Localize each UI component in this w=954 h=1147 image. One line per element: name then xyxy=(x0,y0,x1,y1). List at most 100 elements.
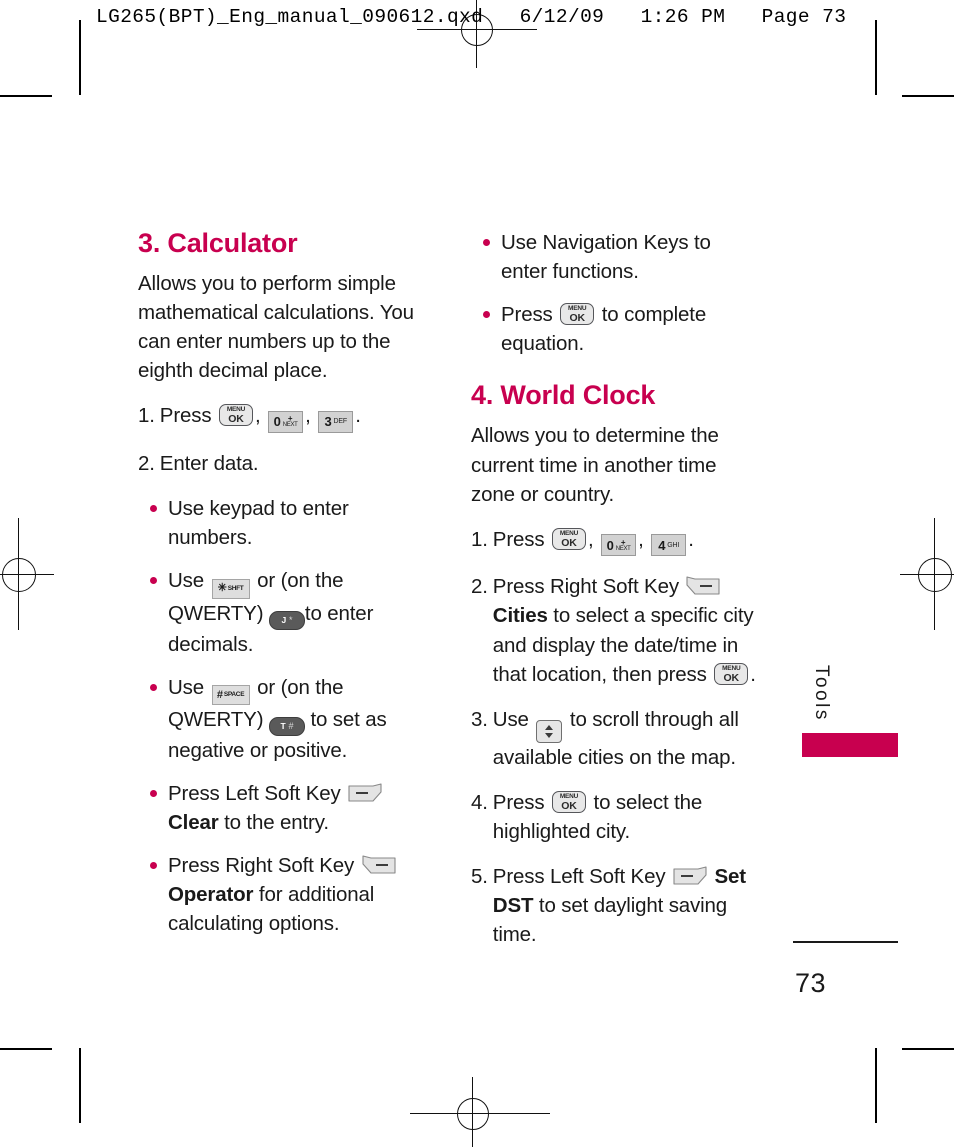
step-body: Press MENU OK , 0 + NEXT , 4 GHI . xyxy=(493,525,761,557)
step-text: Press xyxy=(159,404,212,428)
side-tab-label: Tools xyxy=(811,665,832,722)
page-number: 73 xyxy=(795,968,827,998)
step-body: Press Left Soft Key Set DST to set dayli… xyxy=(493,862,761,949)
step-body: Use to scroll through all available citi… xyxy=(493,705,761,772)
step-text-pre: Press Right Soft Key xyxy=(492,575,679,599)
right-soft-key-icon[interactable] xyxy=(686,576,721,597)
crop-mark-bottom-right xyxy=(902,1048,954,1050)
calculator-heading: 3. Calculator xyxy=(138,228,298,258)
bullet-text-pre: Use xyxy=(168,569,205,593)
up-down-nav-key[interactable] xyxy=(536,719,563,743)
bullet-bold-label: Operator xyxy=(168,883,254,907)
next-label: NEXT xyxy=(615,545,631,552)
world-clock-intro: Allows you to determine the current time… xyxy=(471,424,719,506)
menu-ok-key[interactable]: MENU OK xyxy=(219,404,253,427)
left-column: 3. Calculator Allows you to perform simp… xyxy=(138,228,416,955)
crop-mark-left-bottom xyxy=(79,1048,81,1123)
step-text: Press xyxy=(492,527,545,551)
step-comma-1: , xyxy=(255,404,261,428)
menu-ok-label-bottom: OK xyxy=(228,413,244,426)
zero-next-key[interactable]: 0 + NEXT xyxy=(601,534,637,557)
zero-next-key[interactable]: 0 + NEXT xyxy=(268,410,304,433)
world-clock-step-5: 5. Press Left Soft Key Set DST to set da… xyxy=(471,862,761,949)
def-label: DEF xyxy=(333,418,348,426)
qwerty-j-key[interactable]: J * xyxy=(268,610,305,630)
list-item: Press Left Soft Key Clear to the entry. xyxy=(150,779,416,837)
step-comma-2: , xyxy=(638,527,644,551)
bullet-bold-label: Clear xyxy=(168,811,219,835)
step-number: 4. xyxy=(471,790,488,814)
bullet-text-pre: Press xyxy=(501,303,553,327)
step-body: Press MENU OK , 0 + NEXT , 3 DEF . xyxy=(160,401,416,433)
star-shift-key[interactable]: ✳ SHFT xyxy=(211,578,250,599)
crop-mark-top-right xyxy=(902,95,954,97)
zero-next-sub: + NEXT xyxy=(282,415,298,429)
step-text-post: to scroll through all available cities o… xyxy=(492,707,739,769)
list-item: Use ✳ SHFT or (on the QWERTY) J * to ent… xyxy=(150,566,416,658)
menu-ok-key[interactable]: MENU OK xyxy=(560,303,595,326)
step-number: 5. xyxy=(471,865,488,889)
bullet-text-pre: Use xyxy=(168,675,205,699)
three-digit: 3 xyxy=(324,414,332,430)
calculator-intro: Allows you to perform simple mathematica… xyxy=(138,272,414,383)
step-body: Press MENU OK to select the highlighted … xyxy=(493,788,761,846)
qwerty-t-symbol: # xyxy=(288,720,294,731)
crop-mark-top-left xyxy=(0,95,52,97)
zero-next-digit: 0 xyxy=(606,537,614,553)
hash-space-key[interactable]: # SPACE xyxy=(211,685,250,706)
footer-divider xyxy=(793,941,898,943)
bullet-text-post: to the entry. xyxy=(224,811,329,835)
registration-mark-right xyxy=(900,518,954,630)
qwerty-t-key[interactable]: T # xyxy=(268,716,305,736)
menu-ok-label-bottom: OK xyxy=(569,312,585,325)
menu-ok-key[interactable]: MENU OK xyxy=(714,662,749,685)
step-comma-2: , xyxy=(305,404,311,428)
menu-ok-label-bottom: OK xyxy=(561,536,577,549)
four-ghi-key[interactable]: 4 GHI xyxy=(651,534,687,557)
step-number: 2. xyxy=(138,451,155,475)
left-soft-key-icon[interactable] xyxy=(673,866,707,887)
step-text-pre: Press Left Soft Key xyxy=(492,865,666,889)
left-soft-key-icon[interactable] xyxy=(348,783,382,804)
bullet-text: Use keypad to enter numbers. xyxy=(168,497,349,550)
menu-ok-label-bottom: OK xyxy=(561,799,577,812)
step-number: 1. xyxy=(138,404,155,428)
qwerty-t-label: T xyxy=(280,721,286,732)
list-item: Press MENU OK to complete equation. xyxy=(483,300,761,358)
world-clock-step-1: 1. Press MENU OK , 0 + NEXT , 4 GHI . xyxy=(471,525,761,557)
step-bold-label: Cities xyxy=(492,604,548,628)
step-body: Enter data. xyxy=(159,451,259,475)
three-def-key[interactable]: 3 DEF xyxy=(318,410,354,433)
step-number: 1. xyxy=(471,527,488,551)
arrow-down-icon xyxy=(545,732,554,738)
list-item: Use Navigation Keys to enter functions. xyxy=(483,228,761,286)
step-body: Press Right Soft Key Cities to select a … xyxy=(493,572,761,688)
list-item: Use # SPACE or (on the QWERTY) T # to se… xyxy=(150,673,416,765)
registration-mark-bottom xyxy=(410,1077,550,1147)
calculator-bullet-list: Use keypad to enter numbers. Use ✳ SHFT … xyxy=(138,494,416,938)
right-column: Use Navigation Keys to enter functions. … xyxy=(471,228,761,965)
step-text-pre: Press xyxy=(492,790,545,814)
side-tab-bar xyxy=(802,733,898,757)
crop-mark-right-top xyxy=(875,20,877,95)
four-digit: 4 xyxy=(658,537,666,553)
step-period: . xyxy=(688,527,694,551)
right-soft-key-icon[interactable] xyxy=(362,855,396,876)
qwerty-j-label: J xyxy=(281,614,287,625)
world-clock-step-2: 2. Press Right Soft Key Cities to select… xyxy=(471,572,761,688)
next-label: NEXT xyxy=(282,422,298,429)
hash-symbol: # xyxy=(216,688,223,701)
menu-ok-key[interactable]: MENU OK xyxy=(552,790,586,813)
world-clock-step-4: 4. Press MENU OK to select the highlight… xyxy=(471,788,761,846)
step-text-pre: Use xyxy=(492,707,529,731)
bullet-text-pre: Press Right Soft Key xyxy=(168,854,355,878)
ghi-label: GHI xyxy=(667,541,680,549)
shift-label: SHFT xyxy=(227,584,244,592)
zero-next-sub: + NEXT xyxy=(615,538,631,552)
star-symbol: ✳ xyxy=(217,582,227,595)
menu-ok-label-bottom: OK xyxy=(723,671,740,684)
bullet-text: Use Navigation Keys to enter functions. xyxy=(501,231,711,284)
crop-mark-bottom-left xyxy=(0,1048,52,1050)
menu-ok-key[interactable]: MENU OK xyxy=(552,527,586,550)
calculator-step-1: 1. Press MENU OK , 0 + NEXT , 3 DEF . xyxy=(138,401,416,433)
